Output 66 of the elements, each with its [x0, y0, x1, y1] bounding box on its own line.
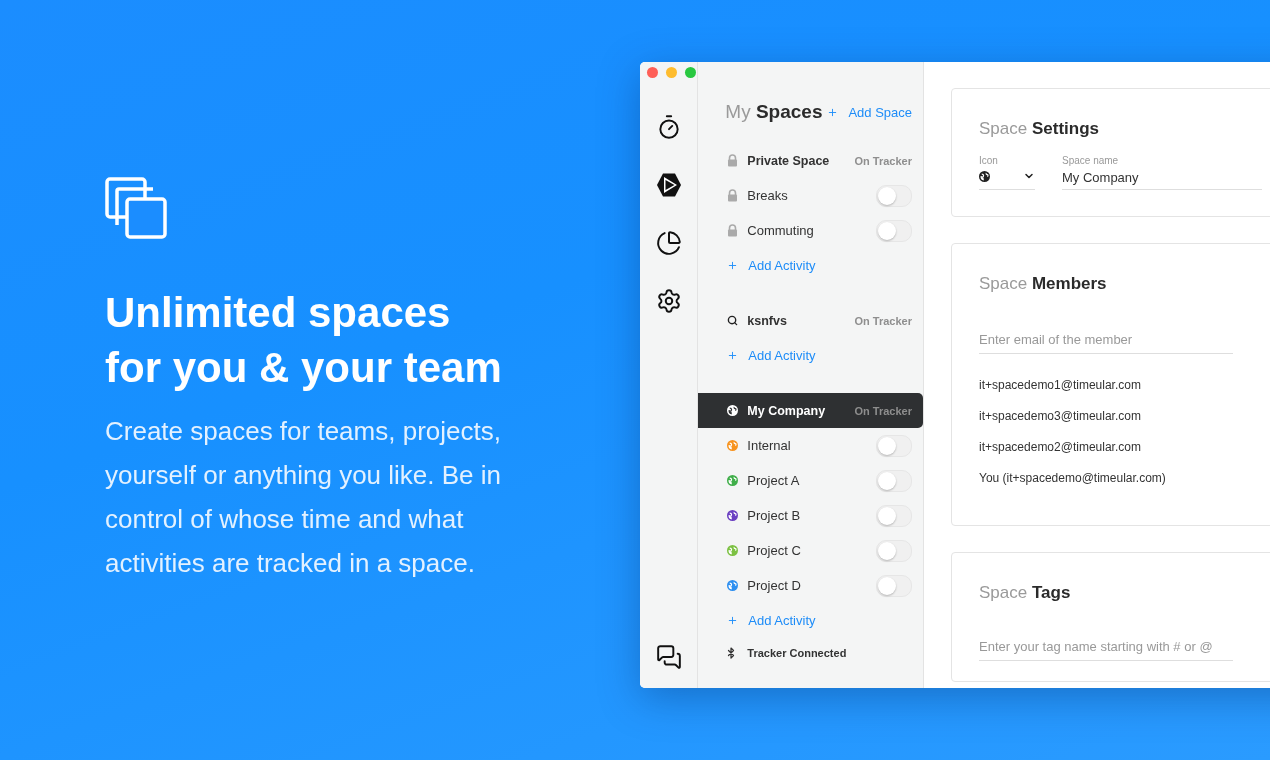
member-email: You (it+spacedemo@timeular.com) [979, 471, 1167, 485]
plus-icon [727, 615, 739, 626]
activity-name: Commuting [747, 223, 815, 238]
panel-title: My Spaces [725, 101, 823, 123]
globe-icon [727, 510, 739, 521]
activity-toggle[interactable] [876, 219, 912, 242]
activity-name: Project A [747, 473, 801, 488]
activity-toggle[interactable] [876, 469, 912, 492]
selected-space-row[interactable]: My Company On Tracker [698, 393, 923, 428]
search-icon [727, 315, 739, 326]
help-chat-icon[interactable] [655, 644, 682, 670]
hero-description: Create spaces for teams, projects, yourself or anything you like. Be in control of whose time and what activities are tracked in a space. [105, 415, 502, 580]
member-email: it+spacedemo3@timeular.com [979, 409, 1142, 423]
globe-icon [727, 405, 739, 416]
card-title: Space Settings [979, 119, 1100, 139]
space-name: Private Space [747, 153, 831, 168]
on-tracker-label: On Tracker [854, 404, 912, 417]
activity-name: Project D [747, 578, 802, 593]
member-email-field[interactable]: Enter email of the member [979, 332, 1233, 354]
tag-name-field[interactable]: Enter your tag name starting with # or @ [979, 639, 1233, 661]
pie-chart-icon[interactable] [655, 230, 682, 256]
add-space-link[interactable]: Add Space [827, 104, 912, 120]
activity-toggle[interactable] [876, 504, 912, 527]
activity-name: Breaks [747, 188, 789, 203]
lock-icon [727, 189, 739, 202]
plus-icon [727, 260, 739, 271]
activity-toggle[interactable] [876, 574, 912, 597]
hero-heading-line: Unlimited spaces [105, 288, 452, 338]
card-title: Space Members [979, 274, 1108, 294]
lock-icon [727, 154, 739, 167]
close-window-button[interactable] [647, 67, 658, 78]
space-row[interactable]: ksnfvs On Tracker [703, 303, 923, 338]
globe-icon [727, 580, 739, 591]
globe-icon [727, 475, 739, 486]
space-name-field[interactable]: Space name My Company [1062, 155, 1262, 190]
activity-toggle[interactable] [876, 184, 912, 207]
add-activity-link[interactable]: Add Activity [727, 258, 816, 273]
card-title: Space Tags [979, 583, 1072, 603]
globe-icon [727, 545, 739, 556]
on-tracker-label: On Tracker [854, 314, 912, 327]
on-tracker-label: On Tracker [854, 154, 912, 167]
stacked-squares-icon [105, 177, 167, 239]
activity-name: Project C [747, 543, 802, 558]
add-activity-link[interactable]: Add Activity [727, 348, 816, 363]
activity-name: Project B [747, 508, 802, 523]
icon-select[interactable]: Icon [979, 155, 1035, 190]
activity-name: Internal [747, 438, 792, 453]
settings-icon[interactable] [655, 288, 682, 314]
globe-icon [979, 170, 990, 182]
add-activity-link[interactable]: Add Activity [727, 613, 816, 628]
lock-icon [727, 224, 739, 237]
space-row[interactable]: Private Space On Tracker [703, 143, 923, 178]
play-hexagon-icon[interactable] [655, 172, 682, 198]
plus-icon [827, 106, 839, 118]
member-email: it+spacedemo1@timeular.com [979, 378, 1142, 392]
tracker-status: Tracker Connected [747, 647, 847, 659]
globe-icon [727, 440, 739, 451]
space-name: My Company [747, 403, 827, 418]
minimize-window-button[interactable] [666, 67, 677, 78]
zoom-window-button[interactable] [685, 67, 696, 78]
plus-icon [727, 350, 739, 361]
activity-toggle[interactable] [876, 434, 912, 457]
space-name: ksnfvs [747, 313, 788, 328]
activity-toggle[interactable] [876, 539, 912, 562]
member-email: it+spacedemo2@timeular.com [979, 440, 1142, 454]
hero-heading-line: for you & your team [105, 343, 503, 393]
